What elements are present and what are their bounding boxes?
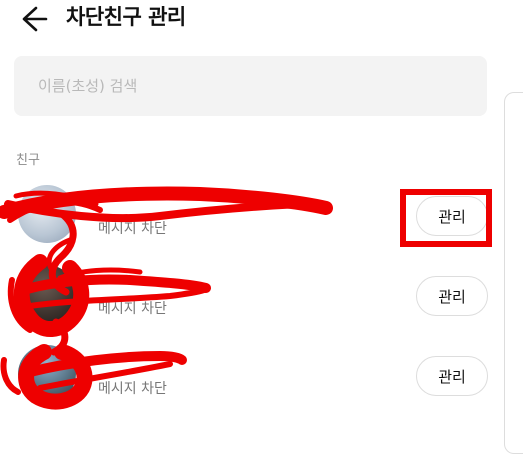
manage-button[interactable]: 관리	[416, 276, 488, 316]
list-item: 메시지 차단 관리	[0, 342, 500, 412]
back-button[interactable]	[16, 4, 52, 34]
header-bar: 차단친구 관리	[0, 0, 523, 40]
avatar[interactable]	[18, 345, 76, 403]
page-title: 차단친구 관리	[66, 5, 186, 29]
side-panel-edge[interactable]	[504, 92, 523, 454]
block-status: 메시지 차단	[98, 301, 167, 317]
manage-button[interactable]: 관리	[416, 356, 488, 396]
avatar[interactable]	[18, 185, 76, 243]
block-status: 메시지 차단	[98, 221, 167, 237]
avatar[interactable]	[18, 265, 76, 323]
arrow-left-icon	[22, 6, 48, 32]
list-item: 메시지 차단 관리	[0, 262, 500, 332]
list-item: 메시지 차단 관리	[0, 182, 500, 252]
section-label-friends: 친구	[16, 153, 40, 168]
manage-button[interactable]: 관리	[416, 196, 488, 236]
block-status: 메시지 차단	[98, 381, 167, 397]
search-input[interactable]	[14, 56, 487, 116]
